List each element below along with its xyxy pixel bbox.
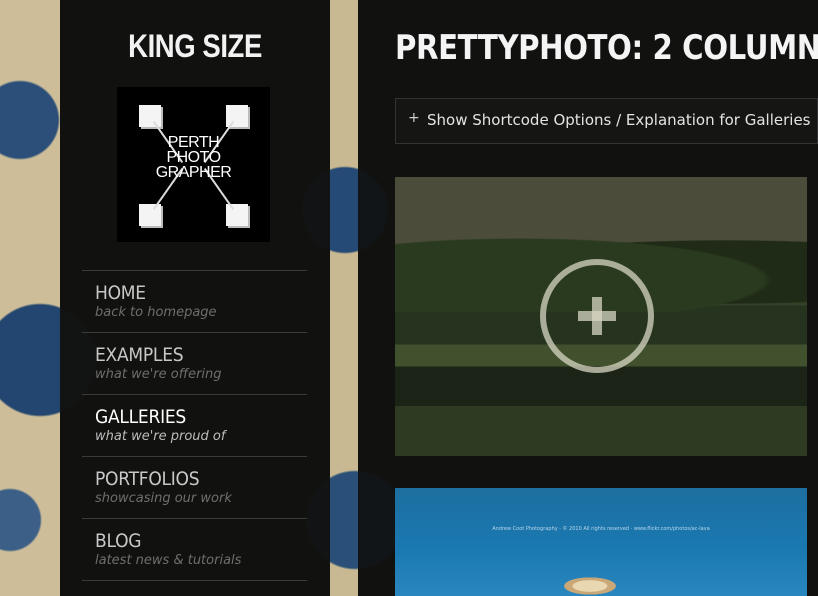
logo-word: PERTH xyxy=(167,134,220,151)
logo-word: GRAPHER xyxy=(155,164,232,181)
logo-word: PHOTO xyxy=(166,149,221,166)
logo-corner xyxy=(226,204,248,226)
site-logo[interactable]: PERTH PHOTO GRAPHER xyxy=(117,87,270,242)
zoom-plus-icon[interactable] xyxy=(540,259,654,373)
nav-item-subtitle: latest news & tutorials xyxy=(95,553,242,568)
logo-corner xyxy=(139,204,161,226)
nav-item-label: GALLERIES xyxy=(95,406,186,428)
page-title: PRETTYPHOTO: 2 COLUMNS xyxy=(395,28,818,68)
nav-item-subtitle: back to homepage xyxy=(95,305,217,320)
nav-item-portfolios[interactable]: PORTFOLIOS showcasing our work xyxy=(82,457,307,519)
shortcode-options-toggle[interactable]: + Show Shortcode Options / Explanation f… xyxy=(395,98,818,144)
nav-item-subtitle: showcasing our work xyxy=(95,491,232,506)
main-nav: HOME back to homepage EXAMPLES what we'r… xyxy=(82,270,307,581)
nav-item-label: EXAMPLES xyxy=(95,344,184,366)
gallery-image-river[interactable] xyxy=(395,177,807,456)
nav-item-subtitle: what we're offering xyxy=(95,367,222,382)
nav-item-subtitle: what we're proud of xyxy=(95,429,226,444)
nav-item-blog[interactable]: BLOG latest news & tutorials xyxy=(82,519,307,581)
plus-icon: + xyxy=(408,110,420,126)
site-title[interactable]: KING SIZE xyxy=(79,28,311,65)
shortcode-toggle-label: Show Shortcode Options / Explanation for… xyxy=(427,111,811,129)
nav-item-examples[interactable]: EXAMPLES what we're offering xyxy=(82,333,307,395)
image-island xyxy=(560,576,620,596)
gallery-image-coastline[interactable]: Andrew Coot Photography · © 2010 All rig… xyxy=(395,488,807,596)
logo-corner xyxy=(139,105,161,127)
image-caption: Andrew Coot Photography · © 2010 All rig… xyxy=(492,526,710,532)
nav-item-galleries[interactable]: GALLERIES what we're proud of xyxy=(82,395,307,457)
nav-item-label: BLOG xyxy=(95,530,142,552)
nav-item-home[interactable]: HOME back to homepage xyxy=(82,271,307,333)
nav-item-label: HOME xyxy=(95,282,146,304)
nav-item-label: PORTFOLIOS xyxy=(95,468,200,490)
logo-wordmark: PERTH PHOTO GRAPHER xyxy=(117,134,270,181)
